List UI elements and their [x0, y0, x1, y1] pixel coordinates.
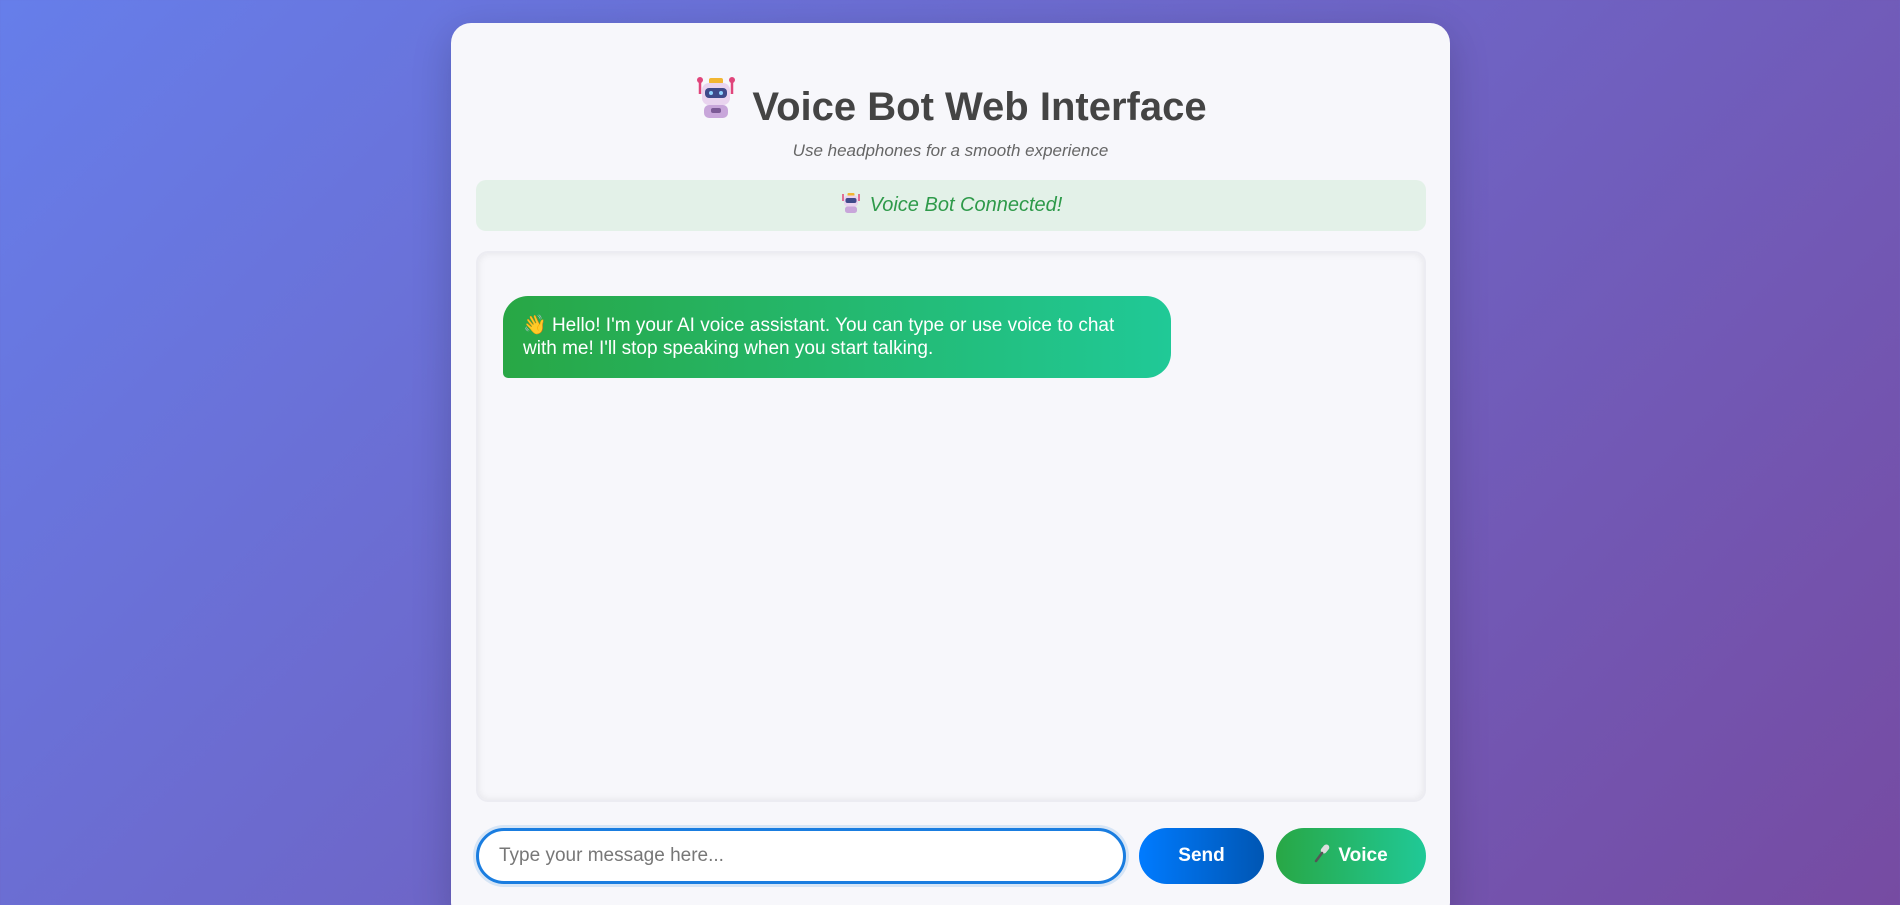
page-title: Voice Bot Web Interface [752, 85, 1207, 129]
page-subtitle: Use headphones for a smooth experience [792, 141, 1109, 160]
page-title-row: Voice Bot Web Interface [451, 76, 1450, 135]
voice-button[interactable]: Voice [1276, 828, 1426, 884]
robot-icon [694, 76, 738, 135]
bot-message: 👋 Hello! I'm your AI voice assistant. Yo… [503, 296, 1171, 378]
chat-messages-area[interactable]: 👋 Hello! I'm your AI voice assistant. Yo… [476, 251, 1426, 802]
bot-message-text: Hello! I'm your AI voice assistant. You … [523, 315, 1115, 359]
voice-button-label: Voice [1338, 845, 1388, 866]
send-button[interactable]: Send [1139, 828, 1264, 884]
microphone-icon [1314, 843, 1332, 869]
waving-hand-icon: 👋 [523, 315, 547, 336]
message-composer: Send Voice [476, 828, 1426, 884]
voice-bot-card: Voice Bot Web Interface Use headphones f… [451, 23, 1450, 905]
connection-status-text: Voice Bot Connected! [869, 194, 1063, 216]
robot-icon [840, 192, 862, 220]
connection-status-banner: Voice Bot Connected! [476, 180, 1426, 231]
message-input[interactable] [476, 828, 1126, 884]
